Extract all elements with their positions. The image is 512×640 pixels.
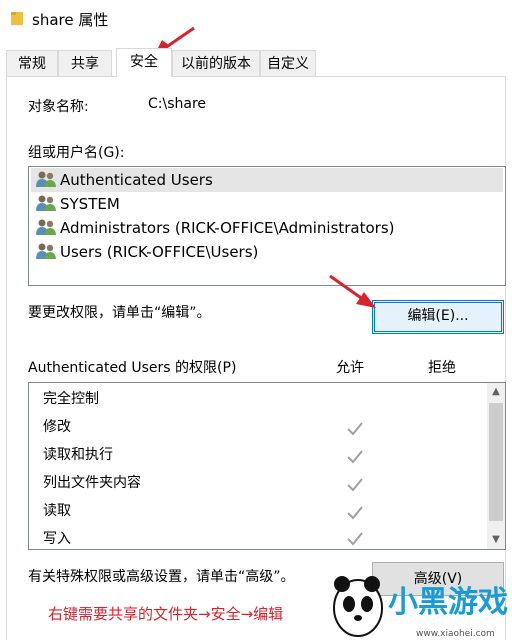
group-user-list[interactable]: Authenticated Users SYSTEM Administrator… bbox=[28, 166, 506, 286]
allow-check-icon bbox=[347, 450, 363, 464]
permissions-header: Authenticated Users 的权限(P) bbox=[28, 360, 237, 376]
tab-sharing[interactable]: 共享 bbox=[58, 50, 112, 76]
users-icon bbox=[36, 219, 56, 235]
folder-icon bbox=[11, 12, 23, 25]
allow-column-header: 允许 bbox=[336, 360, 364, 376]
edit-button[interactable]: 编辑(E)... bbox=[372, 300, 504, 334]
user-item-administrators[interactable]: Administrators (RICK-OFFICE\Administrato… bbox=[31, 216, 395, 240]
xiaohei-logo: 小黑游戏 www.xiaohei.com bbox=[333, 576, 508, 639]
allow-check-icon bbox=[347, 532, 363, 546]
object-name-label: 对象名称: bbox=[28, 99, 89, 115]
user-item-users[interactable]: Users (RICK-OFFICE\Users) bbox=[31, 240, 258, 264]
permission-row: 读取和执行 bbox=[43, 447, 113, 463]
tab-bar: 常规 共享 安全 以前的版本 自定义 bbox=[6, 48, 506, 78]
permission-list: 完全控制 修改 读取和执行 列出文件夹内容 读取 写入 ▲ ▼ bbox=[28, 382, 506, 550]
allow-check-icon bbox=[347, 422, 363, 436]
change-permissions-hint: 要更改权限，请单击“编辑”。 bbox=[28, 305, 211, 321]
scroll-thumb[interactable] bbox=[489, 403, 503, 521]
instruction-caption: 右键需要共享的文件夹→安全→编辑 bbox=[48, 605, 284, 623]
permission-row: 读取 bbox=[43, 503, 71, 519]
deny-column-header: 拒绝 bbox=[428, 360, 456, 376]
permission-row: 列出文件夹内容 bbox=[43, 475, 141, 491]
tab-customize[interactable]: 自定义 bbox=[260, 50, 316, 76]
allow-check-icon bbox=[347, 506, 363, 520]
window-title: share 属性 bbox=[32, 11, 109, 29]
tab-security[interactable]: 安全 bbox=[116, 48, 172, 77]
edit-button-focus-ring bbox=[374, 302, 502, 332]
object-name-value: C:\share bbox=[148, 96, 207, 112]
users-icon bbox=[36, 171, 56, 187]
permission-row: 写入 bbox=[43, 531, 71, 547]
logo-brand-text: 小黑游戏 bbox=[388, 585, 508, 620]
annotation-arrow-icon bbox=[329, 274, 376, 308]
allow-check-icon bbox=[347, 478, 363, 492]
title-bar: share 属性 bbox=[0, 0, 512, 40]
users-icon bbox=[36, 243, 56, 259]
user-item-authenticated-users[interactable]: Authenticated Users bbox=[31, 168, 503, 192]
logo-url-text: www.xiaohei.com bbox=[416, 629, 495, 639]
group-list-label: 组或用户名(G): bbox=[28, 145, 125, 161]
scroll-up-icon[interactable]: ▲ bbox=[487, 383, 505, 401]
tab-general[interactable]: 常规 bbox=[6, 50, 58, 76]
users-icon bbox=[36, 195, 56, 211]
advanced-hint: 有关特殊权限或高级设置，请单击“高级”。 bbox=[28, 569, 295, 585]
scroll-down-icon[interactable]: ▼ bbox=[487, 531, 505, 549]
user-item-system[interactable]: SYSTEM bbox=[31, 192, 120, 216]
permission-scrollbar[interactable]: ▲ ▼ bbox=[487, 383, 505, 549]
permission-row: 修改 bbox=[43, 419, 71, 435]
permission-row: 完全控制 bbox=[43, 391, 99, 407]
